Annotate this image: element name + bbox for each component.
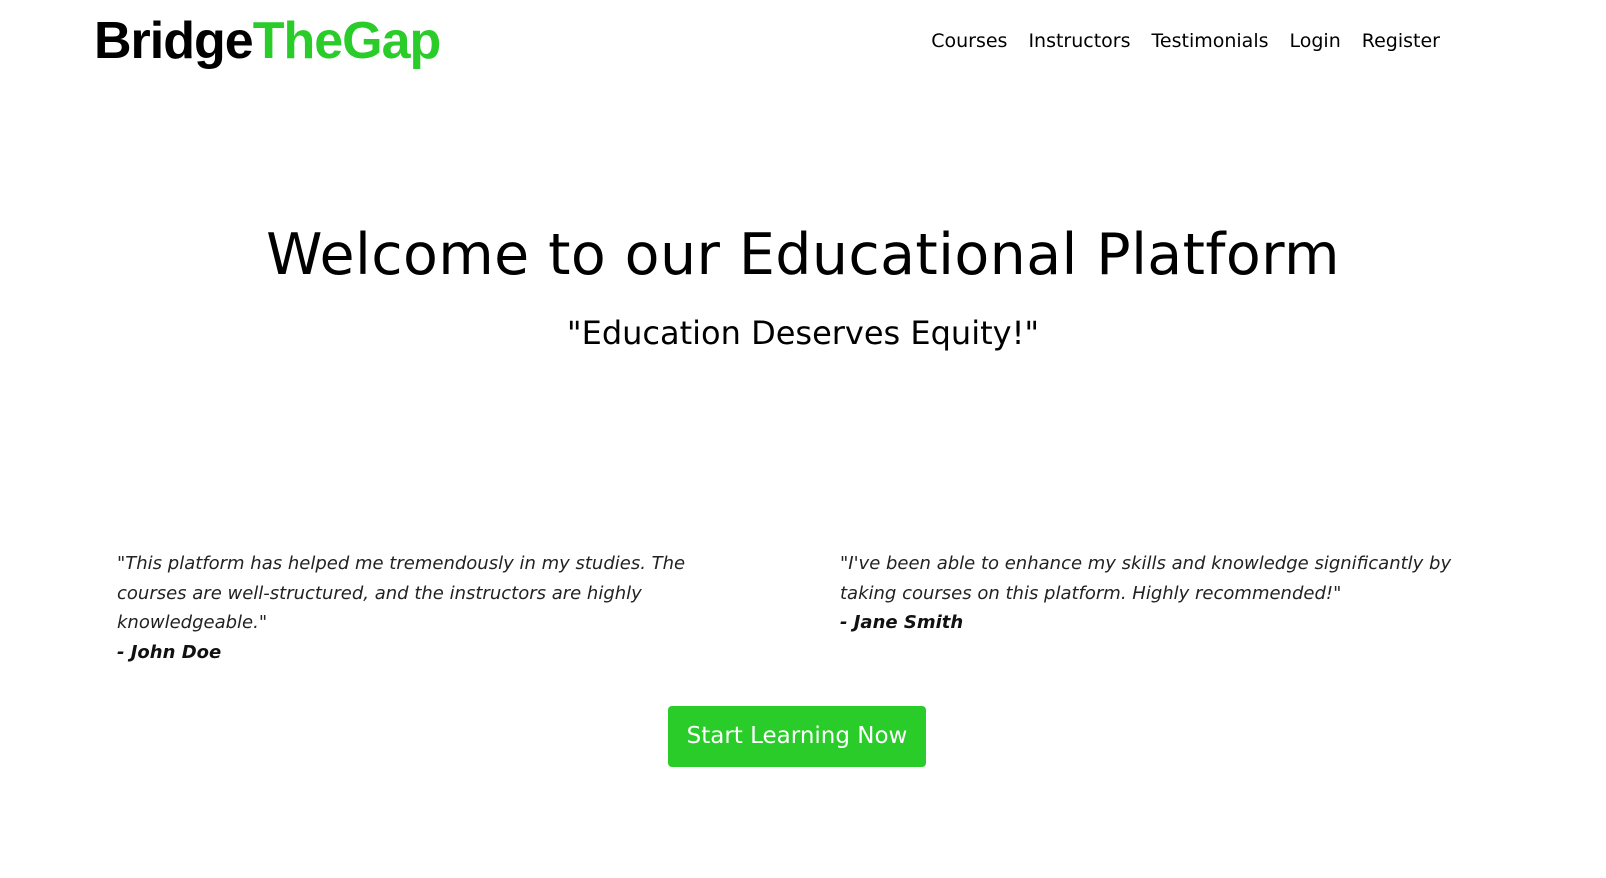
main-nav: Courses Instructors Testimonials Login R… xyxy=(931,27,1440,55)
testimonial-quote: "I've been able to enhance my skills and… xyxy=(840,553,1452,604)
nav-link-testimonials[interactable]: Testimonials xyxy=(1152,27,1269,55)
nav-link-login[interactable]: Login xyxy=(1290,27,1341,55)
site-header: BridgeTheGap Courses Instructors Testimo… xyxy=(0,0,1606,84)
testimonials-section: "This platform has helped me tremendousl… xyxy=(0,549,1606,663)
nav-link-register[interactable]: Register xyxy=(1362,27,1440,55)
testimonial-author: - John Doe xyxy=(117,641,222,663)
nav-link-instructors[interactable]: Instructors xyxy=(1028,27,1130,55)
start-learning-button[interactable]: Start Learning Now xyxy=(668,706,926,767)
brand-logo-part-thegap: TheGap xyxy=(252,12,442,70)
hero-subtitle: "Education Deserves Equity!" xyxy=(566,314,1040,352)
testimonial-author: - Jane Smith xyxy=(840,612,964,633)
brand-logo-part-bridge: Bridge xyxy=(94,12,254,70)
testimonial-card: "This platform has helped me tremendousl… xyxy=(117,549,757,667)
testimonial-quote: "This platform has helped me tremendousl… xyxy=(117,553,686,633)
page: BridgeTheGap Courses Instructors Testimo… xyxy=(0,0,1606,878)
nav-link-courses[interactable]: Courses xyxy=(931,27,1007,55)
brand-logo[interactable]: BridgeTheGap xyxy=(94,6,442,76)
hero-title: Welcome to our Educational Platform xyxy=(266,222,1340,288)
testimonial-card: "I've been able to enhance my skills and… xyxy=(840,549,1480,638)
